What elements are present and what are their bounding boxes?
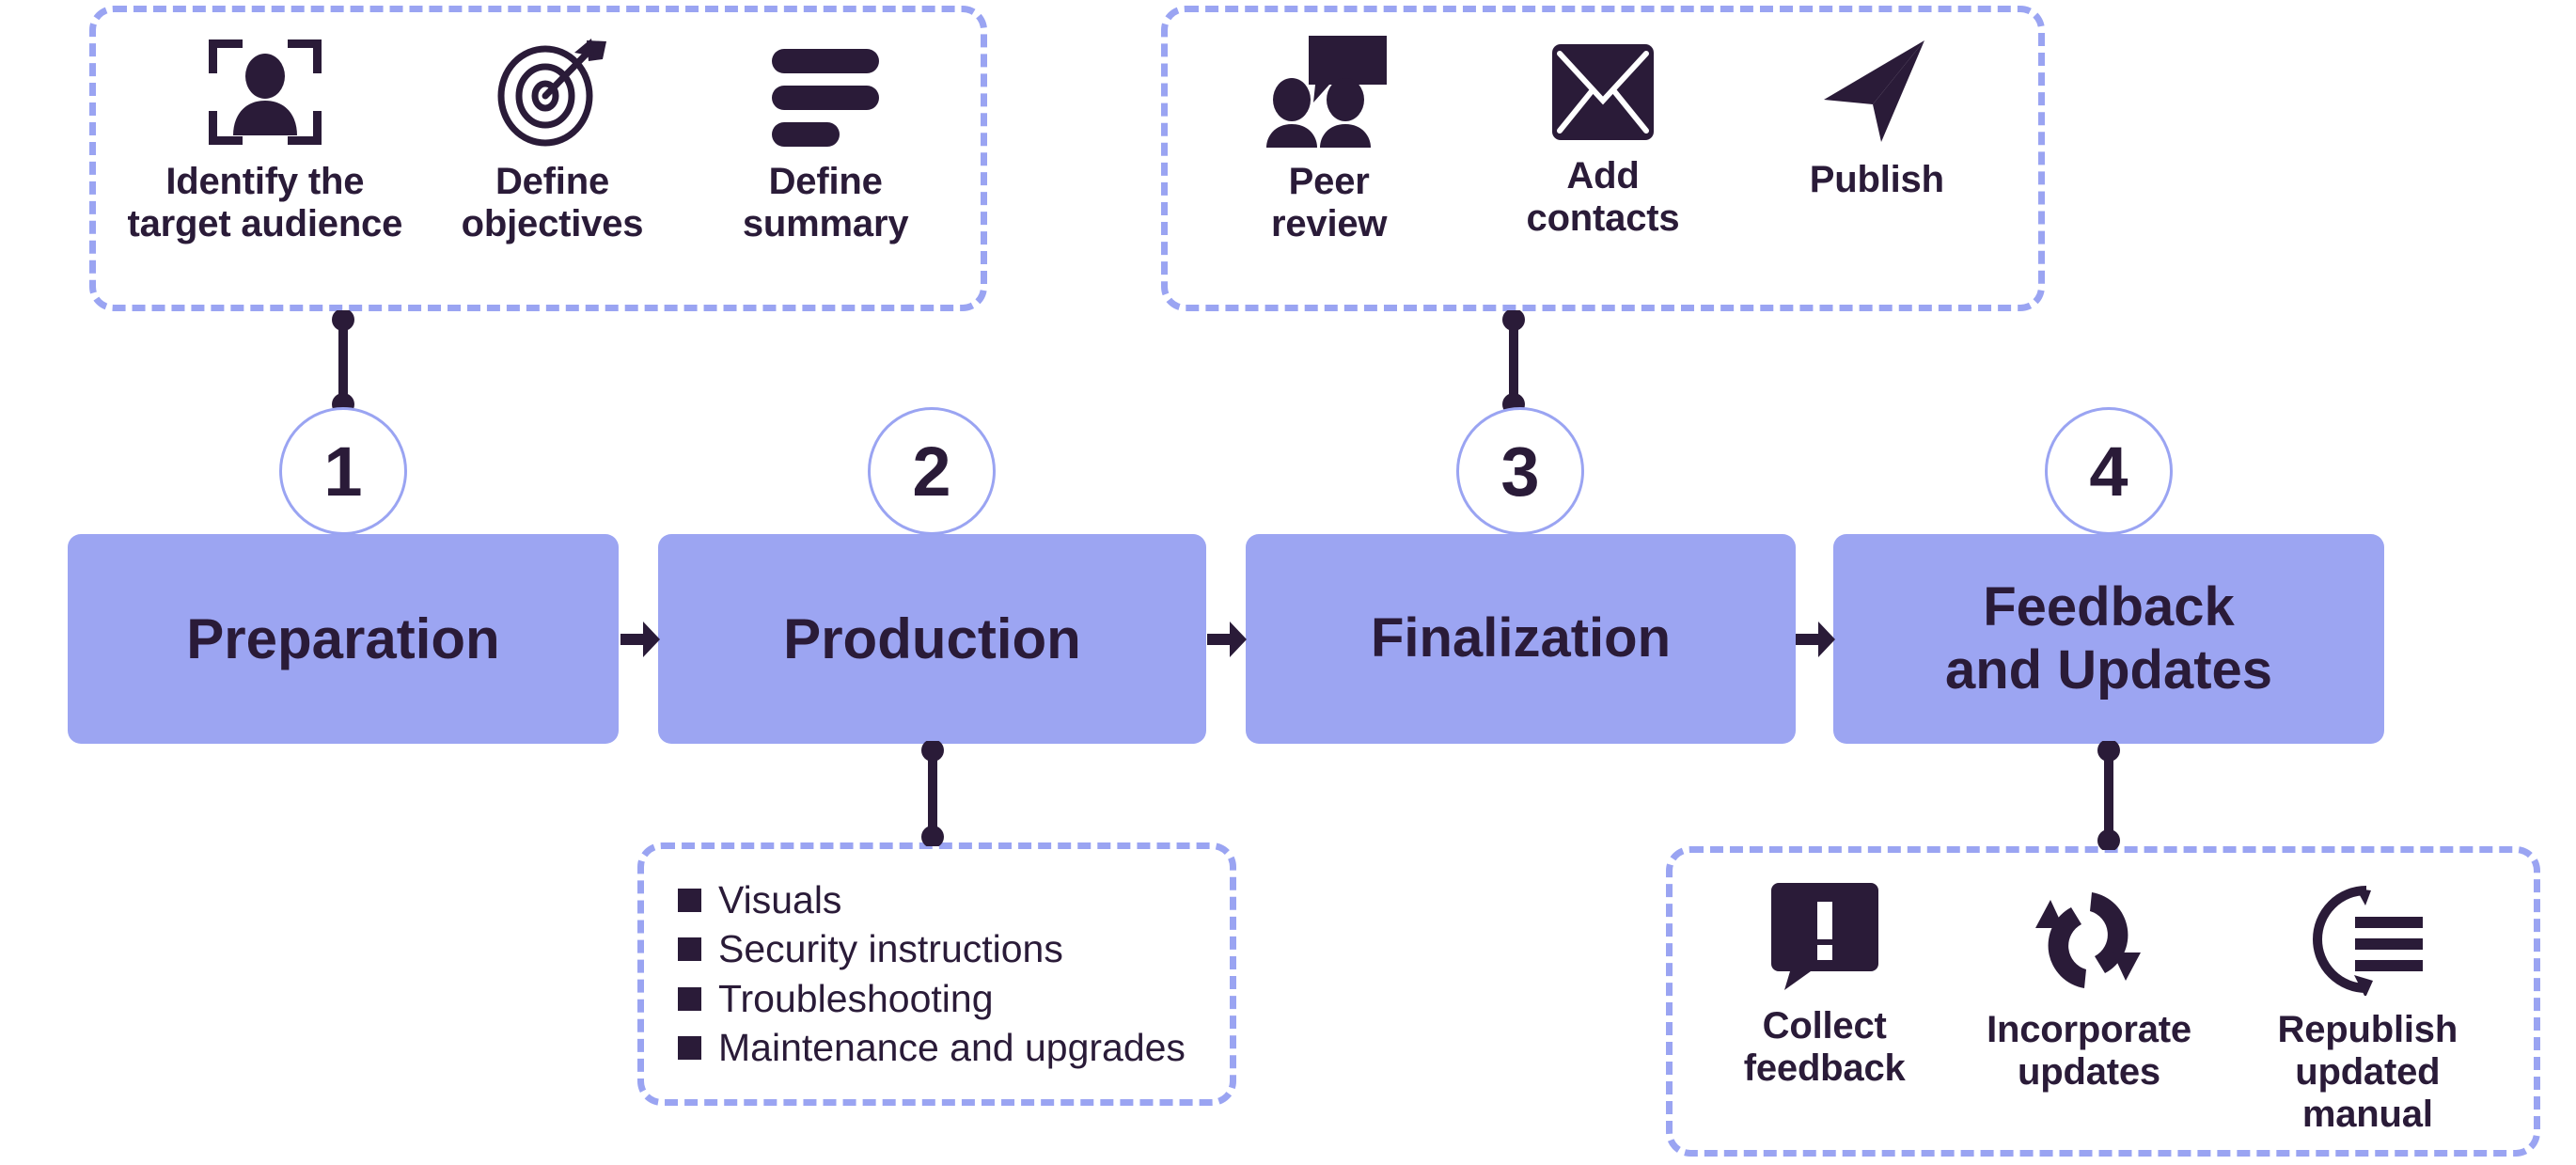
paper-plane-icon bbox=[1818, 37, 1935, 146]
stage-number-2: 2 bbox=[868, 407, 996, 535]
list-item[interactable]: Security instructions bbox=[678, 929, 1211, 969]
refresh-cycle-icon bbox=[2030, 885, 2148, 996]
stage-title: Finalization bbox=[1371, 607, 1671, 669]
stage-number-label: 4 bbox=[2089, 432, 2128, 511]
alert-speech-bubble-icon bbox=[1769, 881, 1880, 992]
stage-number-label: 1 bbox=[323, 432, 363, 511]
person-in-frame-icon bbox=[206, 37, 324, 148]
icon-label: Collect feedback bbox=[1743, 1005, 1906, 1089]
icon-label: Add contacts bbox=[1526, 155, 1680, 239]
preparation-detail-panel: Identify the target audience Define obje… bbox=[89, 6, 987, 311]
production-bullet-list: Visuals Security instructions Troublesho… bbox=[644, 849, 1230, 1099]
connector-preparation bbox=[332, 310, 354, 414]
connector-production bbox=[921, 741, 944, 846]
stage-number-4: 4 bbox=[2045, 407, 2173, 535]
preparation-item-define-objectives[interactable]: Define objectives bbox=[416, 37, 688, 245]
feedback-detail-panel: Collect feedback Incorporate updates Rep… bbox=[1666, 846, 2540, 1157]
stage-number-label: 3 bbox=[1500, 432, 1540, 511]
list-item[interactable]: Visuals bbox=[678, 880, 1211, 921]
arrow-production-to-finalization bbox=[1207, 622, 1247, 657]
bullet-square-icon bbox=[678, 889, 701, 913]
process-flow-diagram: Identify the target audience Define obje… bbox=[0, 0, 2576, 1165]
stage-box-finalization[interactable]: Finalization bbox=[1246, 534, 1796, 744]
icon-label: Incorporate updates bbox=[1987, 1009, 2191, 1093]
stage-title: Feedback and Updates bbox=[1944, 575, 2273, 701]
icon-label: Republish updated manual bbox=[2277, 1009, 2458, 1135]
connector-finalization bbox=[1502, 310, 1525, 414]
preparation-item-identify-audience[interactable]: Identify the target audience bbox=[119, 37, 411, 245]
icon-label: Publish bbox=[1809, 159, 1944, 200]
bullet-square-icon bbox=[678, 937, 701, 962]
list-item[interactable]: Troubleshooting bbox=[678, 976, 1211, 1020]
envelope-icon bbox=[1550, 42, 1656, 142]
stage-number-label: 2 bbox=[912, 432, 951, 511]
list-item[interactable]: Maintenance and upgrades bbox=[678, 1025, 1211, 1069]
stage-title: Preparation bbox=[186, 607, 500, 670]
stage-title: Production bbox=[783, 607, 1081, 670]
target-arrow-icon bbox=[494, 37, 610, 148]
production-detail-panel: Visuals Security instructions Troublesho… bbox=[637, 842, 1236, 1106]
icon-label: Define objectives bbox=[461, 161, 644, 244]
list-item-label: Security instructions bbox=[718, 927, 1063, 971]
connector-feedback bbox=[2097, 741, 2120, 850]
icon-label: Identify the target audience bbox=[127, 161, 403, 244]
republish-lines-icon bbox=[2308, 885, 2427, 996]
stage-number-3: 3 bbox=[1456, 407, 1584, 535]
finalization-detail-panel: Peer review Add contacts Publish bbox=[1161, 6, 2045, 311]
stage-box-preparation[interactable]: Preparation bbox=[68, 534, 619, 744]
list-item-label: Maintenance and upgrades bbox=[718, 1025, 1186, 1069]
arrow-finalization-to-feedback bbox=[1796, 622, 1835, 657]
feedback-item-incorporate-updates[interactable]: Incorporate updates bbox=[1953, 881, 2225, 1094]
finalization-item-peer-review[interactable]: Peer review bbox=[1198, 33, 1461, 245]
list-item-label: Troubleshooting bbox=[718, 976, 994, 1020]
text-lines-icon bbox=[769, 37, 882, 148]
feedback-item-collect-feedback[interactable]: Collect feedback bbox=[1698, 881, 1952, 1090]
bullet-square-icon bbox=[678, 986, 701, 1011]
stage-number-1: 1 bbox=[279, 407, 407, 535]
preparation-item-define-summary[interactable]: Define summary bbox=[694, 37, 957, 245]
icon-label: Peer review bbox=[1270, 161, 1388, 244]
arrow-preparation-to-production bbox=[620, 622, 660, 657]
stage-box-production[interactable]: Production bbox=[658, 534, 1206, 744]
list-item-label: Visuals bbox=[718, 878, 842, 922]
bullet-square-icon bbox=[678, 1035, 701, 1060]
feedback-item-republish-manual[interactable]: Republish updated manual bbox=[2226, 881, 2508, 1135]
people-speech-bubble-icon bbox=[1264, 33, 1395, 148]
icon-label: Define summary bbox=[742, 161, 909, 244]
finalization-item-add-contacts[interactable]: Add contacts bbox=[1471, 33, 1735, 240]
stage-box-feedback-and-updates[interactable]: Feedback and Updates bbox=[1833, 534, 2384, 744]
finalization-item-publish[interactable]: Publish bbox=[1745, 33, 2008, 201]
